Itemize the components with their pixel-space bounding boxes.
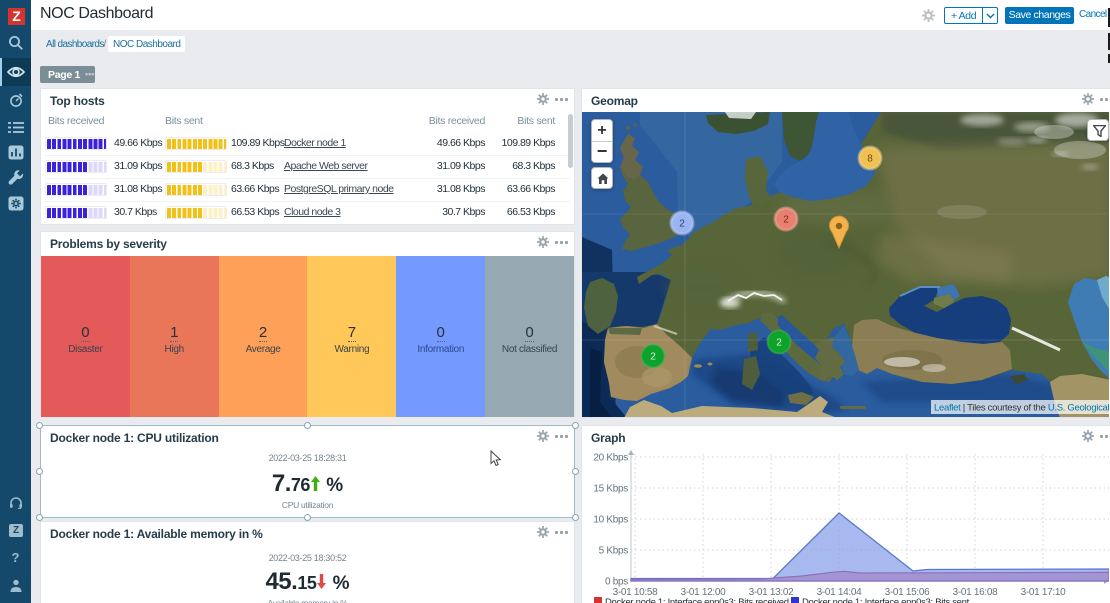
svg-text:20 Kbps: 20 Kbps [593,453,628,464]
svg-text:Leaflet | Tiles courtesy of th: Leaflet | Tiles courtesy of the U.S. Geo… [934,403,1109,414]
svg-text:2: 2 [783,215,789,226]
svg-text:3-01 17:10: 3-01 17:10 [1021,587,1067,598]
svg-text:5 Kbps: 5 Kbps [599,546,629,557]
svg-text:8: 8 [867,154,873,165]
svg-text:10 Kbps: 10 Kbps [593,515,628,526]
svg-text:2: 2 [776,338,782,349]
svg-text:15 Kbps: 15 Kbps [593,484,628,495]
svg-text:2: 2 [650,352,656,363]
svg-text:2: 2 [679,219,685,230]
svg-text:0 bps: 0 bps [605,577,628,588]
